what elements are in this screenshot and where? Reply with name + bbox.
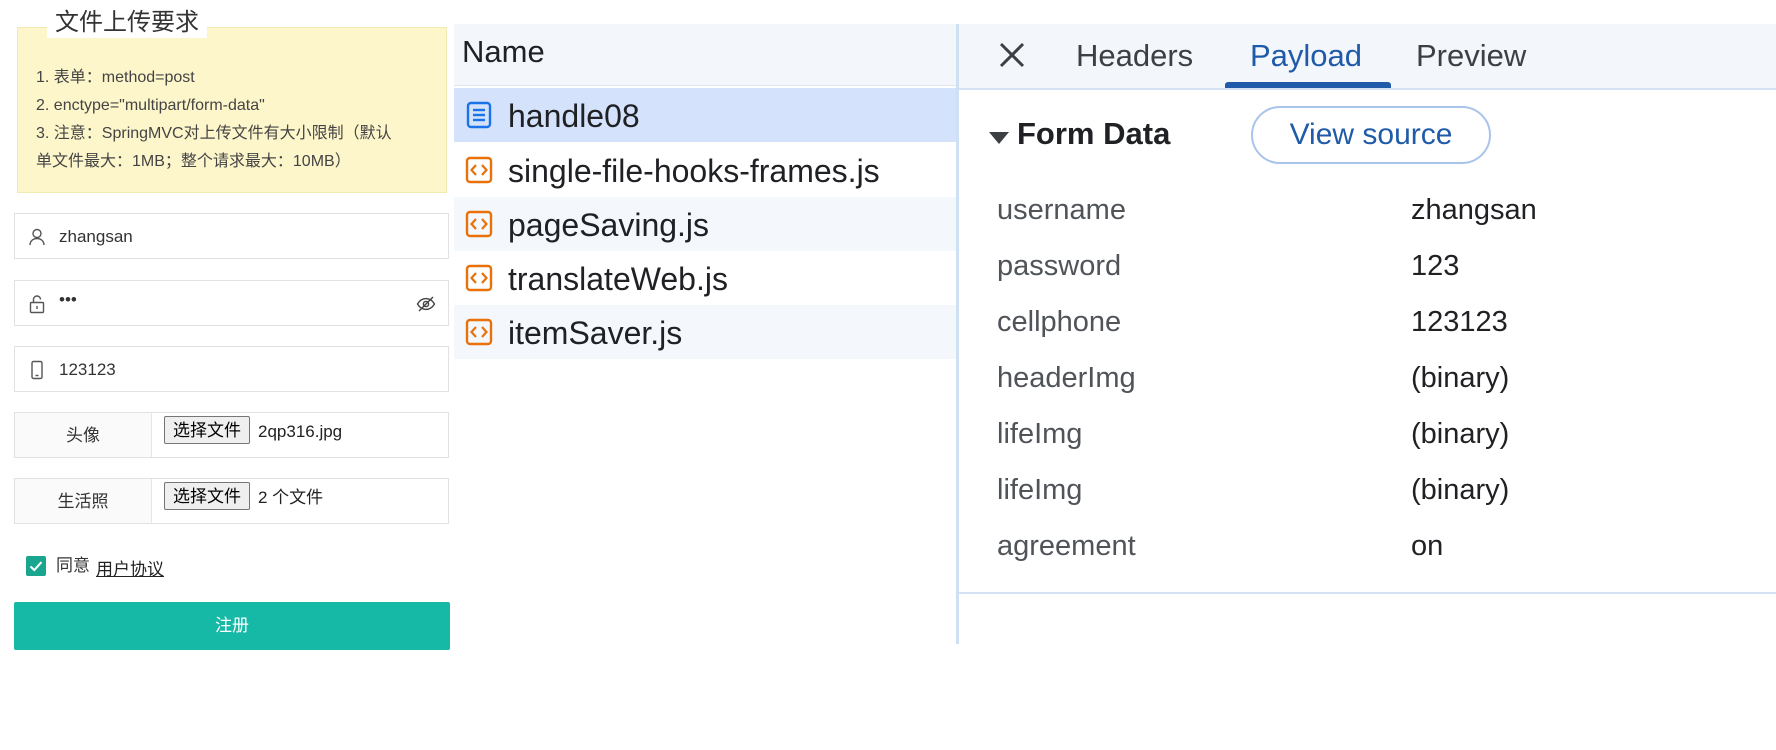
request-row[interactable]: itemSaver.js [454, 305, 956, 359]
details-tab-bar: Headers Payload Preview [959, 24, 1776, 90]
phone-icon [31, 360, 43, 380]
form-data-value: on [1411, 530, 1444, 562]
register-button[interactable]: 注册 [14, 602, 450, 650]
form-data-title-text: Form Data [1017, 116, 1171, 151]
form-data-key: cellphone [997, 306, 1122, 338]
request-name: pageSaving.js [508, 207, 710, 243]
form-data-key: headerImg [997, 362, 1136, 394]
avatar-upload-row: 头像 选择文件 2qp316.jpg [14, 412, 449, 458]
tab-preview[interactable]: Preview [1416, 38, 1526, 74]
form-data-key: lifeImg [997, 418, 1083, 450]
form-data-row: agreement on [997, 518, 1776, 574]
form-data-value: 123 [1411, 250, 1460, 282]
request-name: handle08 [508, 98, 640, 134]
request-row[interactable]: translateWeb.js [454, 251, 956, 305]
script-icon [465, 264, 493, 292]
request-row[interactable]: handle08 [454, 88, 956, 142]
form-data-section-title[interactable]: Form Data [991, 116, 1170, 152]
life-photo-label: 生活照 [15, 479, 152, 523]
request-row[interactable]: pageSaving.js [454, 197, 956, 251]
phone-field[interactable]: 123123 [14, 346, 449, 392]
eye-off-icon[interactable] [416, 294, 436, 314]
requirement-line: 单文件最大：1MB；整个请求最大：10MB） [36, 153, 351, 170]
form-data-value: (binary) [1411, 474, 1510, 506]
avatar-file-name: 2qp316.jpg [258, 422, 343, 441]
request-row[interactable]: single-file-hooks-frames.js [454, 143, 956, 197]
form-data-row: lifeImg (binary) [997, 462, 1776, 518]
form-data-value: 123123 [1411, 306, 1508, 338]
request-name: single-file-hooks-frames.js [508, 153, 880, 189]
form-data-row: headerImg (binary) [997, 350, 1776, 406]
form-data-row: cellphone 123123 [997, 294, 1776, 350]
checkmark-icon [29, 561, 43, 572]
upload-requirements-box: 1. 表单：method=post 2. enctype="multipart/… [17, 27, 447, 193]
requirements-title: 文件上传要求 [47, 6, 207, 38]
form-data-value: zhangsan [1411, 194, 1537, 226]
life-photo-file-count: 2 个文件 [258, 488, 324, 507]
avatar-choose-file-button[interactable]: 选择文件 [164, 416, 250, 444]
request-name: translateWeb.js [508, 261, 728, 297]
request-details-panel: Headers Payload Preview Form Data View s… [956, 24, 1776, 644]
form-data-row: lifeImg (binary) [997, 406, 1776, 462]
name-column-header[interactable]: Name [454, 24, 956, 86]
panel-divider [959, 592, 1776, 594]
form-data-value: (binary) [1411, 418, 1510, 450]
requirements-list: 1. 表单：method=post 2. enctype="multipart/… [36, 64, 436, 176]
script-icon [465, 156, 493, 184]
password-value: ••• [59, 290, 77, 309]
life-photo-choose-file-button[interactable]: 选择文件 [164, 482, 250, 510]
form-data-key: password [997, 250, 1122, 282]
agree-text: 同意 [56, 556, 90, 575]
agreement-checkbox[interactable] [26, 556, 46, 576]
tab-headers[interactable]: Headers [1076, 38, 1193, 74]
life-photo-upload-row: 生活照 选择文件 2 个文件 [14, 478, 449, 524]
active-tab-indicator [1225, 82, 1391, 88]
user-icon [29, 228, 45, 246]
form-data-row: password 123 [997, 238, 1776, 294]
form-data-key: lifeImg [997, 474, 1083, 506]
name-column-label: Name [462, 34, 545, 69]
avatar-label: 头像 [15, 413, 152, 457]
document-icon [466, 101, 492, 129]
form-data-key: username [997, 194, 1126, 226]
username-field[interactable]: zhangsan [14, 213, 449, 259]
requirement-line: 1. 表单：method=post [36, 69, 195, 86]
user-agreement-link[interactable]: 用户协议 [96, 558, 164, 582]
phone-value: 123123 [59, 360, 116, 379]
requirement-line: 2. enctype="multipart/form-data" [36, 97, 265, 114]
username-value: zhangsan [59, 227, 133, 246]
request-name: itemSaver.js [508, 315, 683, 351]
script-icon [465, 318, 493, 346]
password-field[interactable]: ••• [14, 280, 449, 326]
view-source-button[interactable]: View source [1251, 106, 1491, 164]
form-data-row: username zhangsan [997, 182, 1776, 238]
form-data-value: (binary) [1411, 362, 1510, 394]
form-data-key: agreement [997, 530, 1136, 562]
network-request-list: Name handle08 single-file-hooks-frames.j… [454, 24, 956, 644]
requirement-line: 3. 注意：SpringMVC对上传文件有大小限制（默认 [36, 125, 392, 142]
script-icon [465, 210, 493, 238]
close-icon[interactable] [997, 40, 1027, 70]
lock-icon [29, 295, 45, 314]
tab-payload[interactable]: Payload [1250, 38, 1362, 74]
